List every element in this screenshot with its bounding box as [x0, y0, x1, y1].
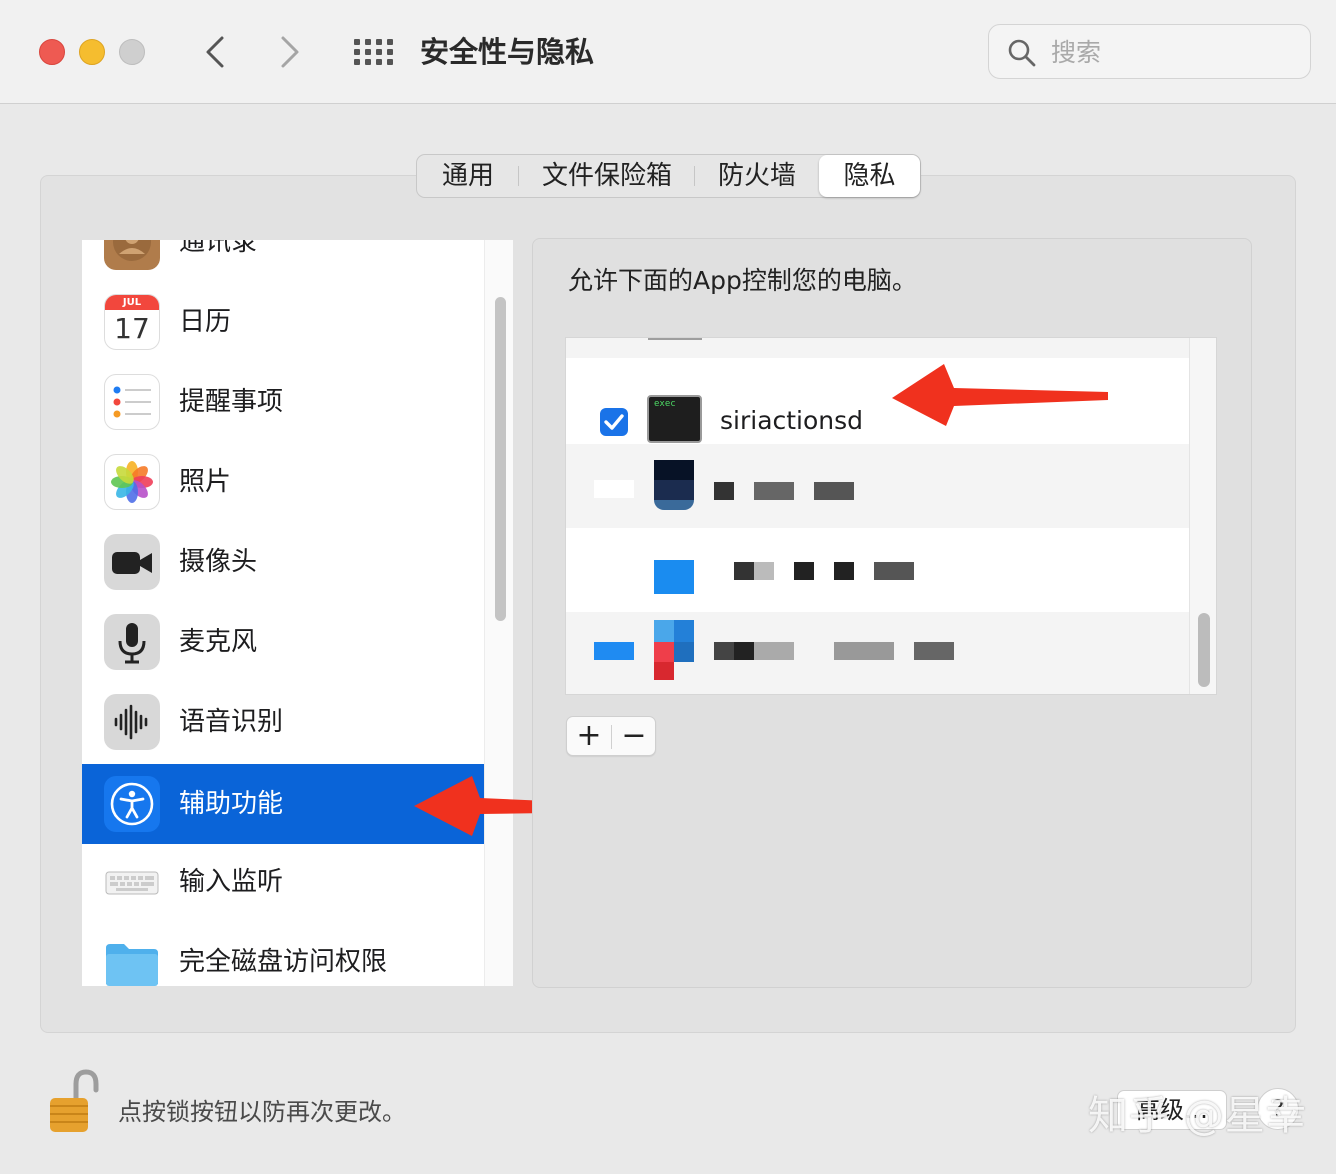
sidebar-item-label: 通讯录 — [179, 240, 258, 257]
sidebar-item-label: 语音识别 — [179, 707, 284, 737]
list-item[interactable] — [566, 528, 1189, 612]
back-button[interactable] — [193, 30, 237, 74]
search-placeholder: 搜索 — [1051, 38, 1102, 67]
app-list-scrollbar[interactable] — [1189, 338, 1216, 694]
calendar-icon: JUL 17 — [104, 294, 160, 350]
list-item[interactable] — [566, 612, 1189, 694]
contacts-icon — [104, 240, 160, 270]
sidebar-scroll-thumb[interactable] — [495, 297, 506, 621]
reminders-icon — [104, 374, 160, 430]
tab-label: 防火墙 — [717, 161, 796, 191]
tab-bar: 通用 文件保险箱 防火墙 隐私 — [416, 154, 921, 198]
microphone-icon — [104, 614, 160, 670]
photos-icon — [104, 454, 160, 510]
window-title: 安全性与隐私 — [420, 35, 595, 69]
sidebar-item-label: 完全磁盘访问权限 — [179, 947, 388, 977]
sidebar-item-label: 麦克风 — [179, 627, 258, 657]
list-item[interactable] — [566, 338, 1189, 358]
app-checkbox[interactable] — [600, 408, 628, 436]
sidebar-item-speech-recognition[interactable]: 语音识别 — [82, 682, 484, 762]
calendar-month: JUL — [105, 295, 159, 310]
sidebar-item-microphone[interactable]: 麦克风 — [82, 602, 484, 682]
add-remove-control: + − — [566, 716, 656, 756]
lock-hint-text: 点按锁按钮以防再次更改。 — [118, 1098, 406, 1126]
minimize-window-button[interactable] — [79, 39, 105, 65]
accessibility-description: 允许下面的App控制您的电脑。 — [568, 266, 917, 295]
list-item[interactable] — [566, 444, 1189, 528]
tab-label: 文件保险箱 — [541, 161, 672, 191]
watermark: 知乎 @星幸 — [1088, 1093, 1307, 1139]
tab-firewall[interactable]: 防火墙 — [695, 155, 819, 197]
sidebar-item-reminders[interactable]: 提醒事项 — [82, 362, 484, 442]
chevron-left-icon — [206, 36, 224, 68]
sidebar-item-label: 辅助功能 — [179, 789, 284, 819]
search-icon — [1008, 39, 1036, 67]
sidebar-item-photos[interactable]: 照片 — [82, 442, 484, 522]
lock-open-icon[interactable] — [46, 1068, 102, 1138]
exec-terminal-icon: exec — [647, 395, 702, 443]
forward-button[interactable] — [268, 30, 312, 74]
chevron-right-icon — [281, 36, 299, 68]
sidebar-item-label: 提醒事项 — [179, 387, 284, 417]
calendar-day: 17 — [114, 312, 150, 345]
close-window-button[interactable] — [39, 39, 65, 65]
tab-privacy[interactable]: 隐私 — [819, 155, 920, 197]
checkmark-icon — [604, 414, 624, 430]
tab-filevault[interactable]: 文件保险箱 — [519, 155, 695, 197]
title-bar: 安全性与隐私 搜索 — [0, 0, 1336, 104]
tab-label: 通用 — [441, 161, 494, 191]
sidebar-item-label: 摄像头 — [179, 547, 258, 577]
app-list-scroll-thumb[interactable] — [1198, 613, 1210, 687]
search-field[interactable]: 搜索 — [988, 24, 1311, 79]
folder-icon — [104, 934, 160, 986]
privacy-category-list[interactable]: 通讯录 JUL 17 日历 提醒事项 照片 摄像头 麦克风 语音识别 辅助功能 … — [82, 240, 513, 986]
camera-icon — [104, 534, 160, 590]
annotation-arrow-icon — [892, 364, 1108, 426]
tab-label: 隐私 — [843, 161, 896, 191]
sidebar-item-calendar[interactable]: JUL 17 日历 — [82, 282, 484, 362]
remove-app-button[interactable]: − — [612, 717, 656, 755]
zoom-window-button[interactable] — [119, 39, 145, 65]
sidebar-item-camera[interactable]: 摄像头 — [82, 522, 484, 602]
sidebar-scrollbar[interactable] — [484, 240, 513, 986]
show-all-grid-button[interactable] — [350, 30, 394, 74]
keyboard-icon — [104, 854, 160, 910]
sidebar-item-full-disk-access[interactable]: 完全磁盘访问权限 — [82, 922, 484, 986]
sidebar-item-label: 照片 — [179, 467, 232, 497]
accessibility-icon — [104, 776, 160, 832]
sidebar-item-contacts[interactable]: 通讯录 — [82, 240, 484, 282]
sidebar-item-input-monitoring[interactable]: 输入监听 — [82, 842, 484, 922]
exec-icon-label: exec — [654, 399, 676, 409]
sidebar-item-label: 输入监听 — [179, 867, 284, 897]
add-app-button[interactable]: + — [567, 717, 611, 755]
tab-general[interactable]: 通用 — [417, 155, 519, 197]
speech-recognition-icon — [104, 694, 160, 750]
sidebar-item-label: 日历 — [179, 307, 232, 337]
